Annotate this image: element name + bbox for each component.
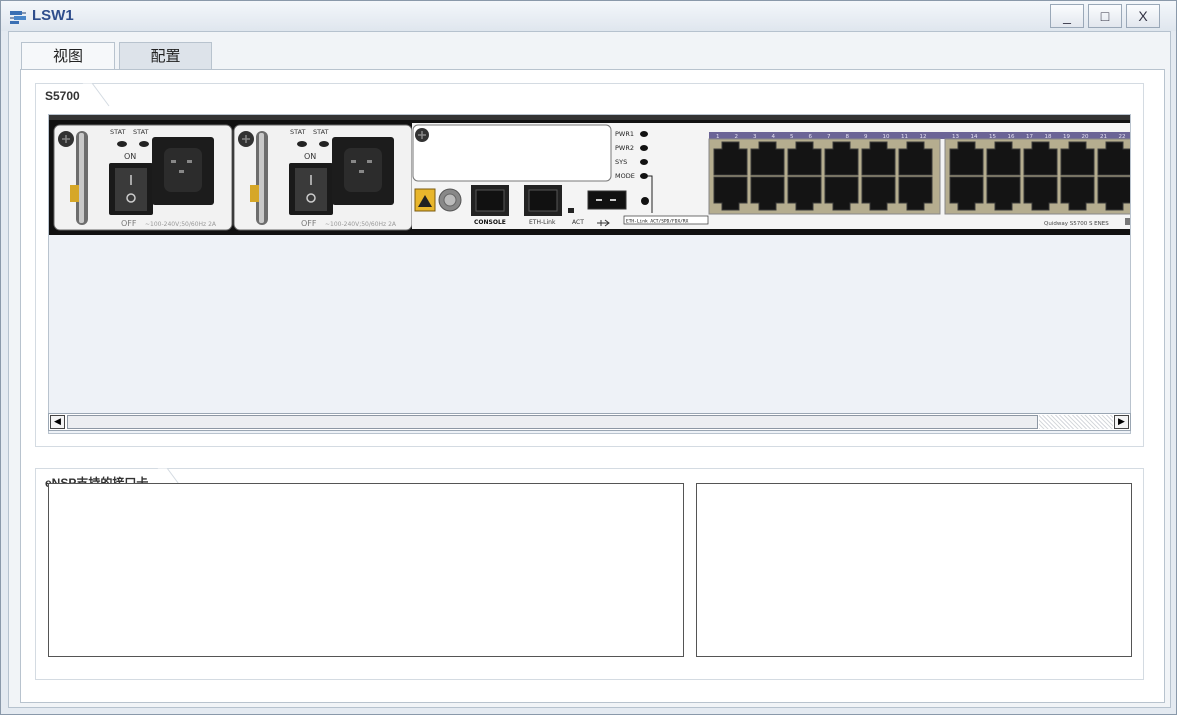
group-tab-edge — [82, 83, 110, 107]
port-number-label: 2 — [735, 134, 739, 140]
card-preview — [696, 483, 1132, 657]
close-button[interactable]: X — [1126, 4, 1160, 28]
port-number-label: 13 — [952, 134, 959, 140]
port-number-label: 3 — [753, 134, 757, 140]
port-number-label: 7 — [827, 134, 831, 140]
scroll-left-button[interactable]: ◀ — [50, 415, 65, 429]
title-bar[interactable]: LSW1 _ □ X — [1, 1, 1176, 31]
port-number-label: 14 — [971, 134, 978, 140]
power-rating-label: ~100-240V;50/60Hz 2A — [145, 221, 217, 228]
port-number-label: 18 — [1045, 134, 1052, 140]
act-label: ACT — [572, 219, 584, 226]
card-group: eNSP支持的接口卡 — [35, 468, 1144, 680]
port-number-label: 16 — [1008, 134, 1015, 140]
device-window: LSW1 _ □ X 视图 配置 S5700 STAT STAT ON OFF … — [0, 0, 1177, 715]
minimize-button[interactable]: _ — [1050, 4, 1084, 28]
indicator-mode: MODE — [615, 172, 635, 180]
indicator-pwr1: PWR1 — [615, 130, 634, 138]
port-number-label: 17 — [1026, 134, 1033, 140]
port-number-label: 1 — [716, 134, 720, 140]
port-number-label: 21 — [1100, 134, 1107, 140]
switch-on-label: ON — [124, 152, 136, 161]
device-group: S5700 STAT STAT ON OFF ~100-240V;50/60Hz… — [35, 83, 1144, 447]
port-number-label: 8 — [846, 134, 850, 140]
scrollbar-thumb[interactable] — [67, 415, 1038, 429]
horizontal-scrollbar[interactable]: ◀ ▶ — [48, 413, 1131, 431]
stat-led-label: STAT — [313, 128, 329, 136]
eth-port-label: ETH-Link — [529, 219, 556, 226]
port-number-label: 5 — [790, 134, 794, 140]
port-number-label: 19 — [1063, 134, 1070, 140]
tab-config[interactable]: 配置 — [119, 42, 212, 70]
config-panel: S5700 STAT STAT ON OFF ~100-240V;50/60Hz… — [20, 69, 1165, 703]
switch-on-label: ON — [304, 152, 316, 161]
port-number-label: 6 — [809, 134, 813, 140]
device-viewport: STAT STAT ON OFF ~100-240V;50/60Hz 2A ST… — [48, 114, 1131, 434]
port-number-label: 10 — [883, 134, 890, 140]
stat-led-label: STAT — [290, 128, 306, 136]
stat-led-label: STAT — [110, 128, 126, 136]
port-number-label: 9 — [864, 134, 868, 140]
power-rating-label: ~100-240V;50/60Hz 2A — [325, 221, 397, 228]
port-number-label: 4 — [772, 134, 776, 140]
tab-view[interactable]: 视图 — [21, 42, 115, 70]
indicator-pwr2: PWR2 — [615, 144, 634, 152]
indicator-sys: SYS — [615, 158, 627, 166]
port-number-label: 12 — [920, 134, 927, 140]
power-module-2: STAT STAT ON OFF ~100-240V;50/60Hz 2A — [233, 124, 413, 231]
switch-off-label: OFF — [121, 219, 137, 228]
model-name: Quidway S5700 S ENES — [1044, 221, 1109, 227]
window-content: 视图 配置 S5700 STAT STAT ON OFF ~100-240V;5… — [8, 31, 1171, 708]
port-number-label: 22 — [1119, 134, 1126, 140]
scroll-right-button[interactable]: ▶ — [1114, 415, 1129, 429]
console-port-label: CONSOLE — [474, 219, 506, 226]
switch-front-panel: STAT STAT ON OFF ~100-240V;50/60Hz 2A ST… — [49, 115, 1130, 235]
maximize-button[interactable]: □ — [1088, 4, 1122, 28]
power-module-1: STAT STAT ON OFF ~100-240V;50/60Hz 2A — [53, 124, 233, 231]
scrollbar-track[interactable] — [1039, 415, 1113, 429]
port-number-label: 20 — [1082, 134, 1089, 140]
switch-icon — [10, 11, 26, 24]
port-number-label: 11 — [901, 134, 908, 140]
stat-led-label: STAT — [133, 128, 149, 136]
main-board: CONSOLE ETH-Link ACT PWR1 PWR2 SYS MODE … — [412, 123, 1130, 229]
port-number-label: 15 — [989, 134, 996, 140]
window-title: LSW1 — [32, 7, 74, 24]
device-model-label: S5700 — [35, 83, 82, 107]
switch-off-label: OFF — [301, 219, 317, 228]
indicator-legend: ETH-Link ACT/SPD/FDX/RX — [626, 219, 689, 225]
interface-card-list[interactable] — [48, 483, 684, 657]
